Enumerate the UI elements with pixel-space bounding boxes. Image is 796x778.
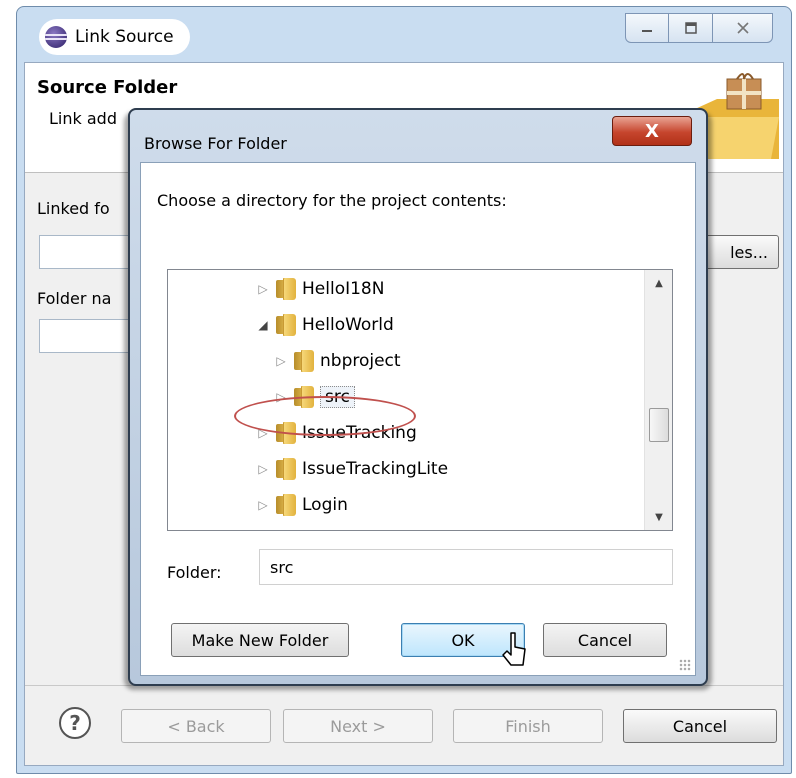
folder-icon bbox=[276, 494, 296, 516]
folder-tree[interactable]: ▷ HelloI18N ◢ HelloWorld ▷ nbproject ▷ s… bbox=[167, 269, 673, 531]
browse-dialog-title: Browse For Folder bbox=[144, 134, 287, 153]
close-icon: X bbox=[645, 120, 659, 142]
page-title: Source Folder bbox=[37, 77, 178, 98]
tree-item-label: HelloI18N bbox=[302, 279, 385, 299]
scroll-up-arrow-icon[interactable]: ▲ bbox=[645, 270, 672, 296]
browse-prompt: Choose a directory for the project conte… bbox=[157, 191, 507, 210]
folder-icon bbox=[276, 314, 296, 336]
back-button[interactable]: < Back bbox=[121, 709, 271, 743]
expand-arrow-icon[interactable]: ▷ bbox=[256, 462, 270, 476]
folder-field-label: Folder: bbox=[167, 563, 222, 582]
mouse-pointer-icon bbox=[502, 632, 526, 666]
tree-item-label: nbproject bbox=[320, 351, 401, 371]
window-title-bar: Link Source bbox=[39, 19, 190, 55]
tree-scrollbar[interactable]: ▲ ▼ bbox=[644, 270, 672, 530]
expand-arrow-icon[interactable]: ▷ bbox=[256, 498, 270, 512]
tree-item-label: IssueTrackingLite bbox=[302, 459, 449, 479]
browse-cancel-button[interactable]: Cancel bbox=[543, 623, 667, 657]
maximize-button[interactable] bbox=[669, 13, 713, 43]
minimize-button[interactable] bbox=[625, 13, 669, 43]
window-title: Link Source bbox=[75, 27, 174, 47]
cancel-button[interactable]: Cancel bbox=[623, 709, 777, 743]
help-icon[interactable]: ? bbox=[59, 707, 91, 739]
next-button[interactable]: Next > bbox=[283, 709, 433, 743]
linked-folder-label: Linked fo bbox=[37, 199, 110, 218]
src-highlight-annotation bbox=[234, 396, 416, 436]
make-new-folder-button[interactable]: Make New Folder bbox=[171, 623, 349, 657]
tree-item-label: Login bbox=[302, 495, 348, 515]
folder-name-label: Folder na bbox=[37, 289, 112, 308]
resize-grip-icon[interactable] bbox=[679, 659, 691, 671]
tree-item-issue-tracking-lite[interactable]: ▷ IssueTrackingLite bbox=[256, 452, 448, 486]
collapse-arrow-icon[interactable]: ◢ bbox=[256, 318, 270, 332]
browse-dialog-client: Choose a directory for the project conte… bbox=[140, 162, 696, 676]
scroll-thumb[interactable] bbox=[649, 408, 669, 442]
page-description: Link add bbox=[49, 109, 117, 128]
expand-arrow-icon[interactable]: ▷ bbox=[256, 282, 270, 296]
eclipse-logo-icon bbox=[45, 26, 67, 48]
tree-item-label: HelloWorld bbox=[302, 315, 394, 335]
tree-item-hello-i18n[interactable]: ▷ HelloI18N bbox=[256, 272, 384, 306]
tree-item-hello-world[interactable]: ◢ HelloWorld bbox=[256, 308, 394, 342]
window-controls bbox=[625, 13, 773, 43]
folder-field-input[interactable]: src bbox=[259, 549, 673, 585]
folder-icon bbox=[276, 278, 296, 300]
maximize-icon bbox=[684, 22, 697, 34]
browse-close-button[interactable]: X bbox=[612, 116, 692, 146]
tree-item-login[interactable]: ▷ Login bbox=[256, 488, 348, 522]
expand-arrow-icon[interactable]: ▷ bbox=[274, 354, 288, 368]
scroll-down-arrow-icon[interactable]: ▼ bbox=[645, 504, 672, 530]
tree-item-nbproject[interactable]: ▷ nbproject bbox=[274, 344, 401, 378]
close-icon bbox=[736, 22, 749, 34]
browse-for-folder-dialog: Browse For Folder X Choose a directory f… bbox=[128, 108, 708, 686]
minimize-icon bbox=[642, 30, 652, 32]
folder-icon bbox=[294, 350, 314, 372]
close-window-button[interactable] bbox=[713, 13, 773, 43]
folder-icon bbox=[276, 458, 296, 480]
finish-button[interactable]: Finish bbox=[453, 709, 603, 743]
